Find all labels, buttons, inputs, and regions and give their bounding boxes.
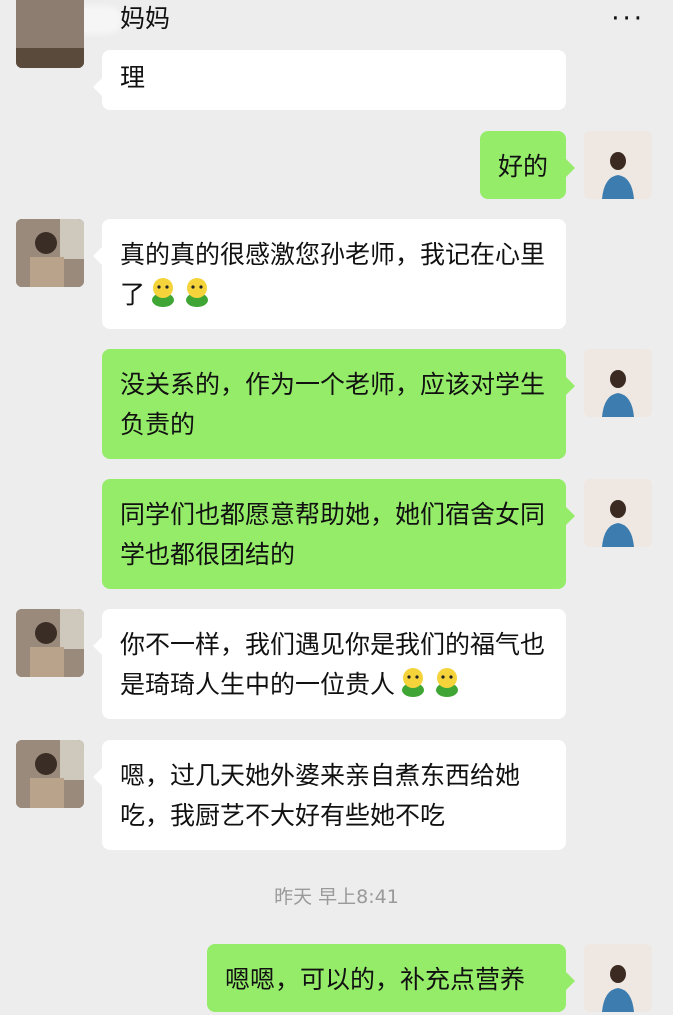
smiley-face-icon xyxy=(402,668,425,697)
contact-photo xyxy=(16,609,84,677)
my-photo xyxy=(584,944,652,1012)
my-photo xyxy=(584,349,652,417)
message-bubble-5[interactable]: 同学们也都愿意帮助她，她们宿舍女同学也都很团结的 xyxy=(102,479,575,589)
contact-photo xyxy=(16,219,84,287)
contact-avatar[interactable] xyxy=(16,609,84,677)
message-text: 你不一样，我们遇见你是我们的福气也是琦琦人生中的一位贵人 xyxy=(120,630,546,699)
my-photo xyxy=(584,131,652,199)
message-bubble-3[interactable]: 真的真的很感激您孙老师，我记在心里了 xyxy=(93,219,566,329)
message-text: 嗯嗯，可以的，补充点营养 xyxy=(225,965,526,994)
message-text: 好的 xyxy=(498,152,549,181)
my-avatar[interactable] xyxy=(584,944,652,1012)
message-bubble-8[interactable]: 嗯嗯，可以的，补充点营养 xyxy=(207,944,575,1012)
message-bubble-4[interactable]: 没关系的，作为一个老师，应该对学生负责的 xyxy=(102,349,575,459)
contact-avatar[interactable] xyxy=(16,0,84,68)
chat-header: 妈妈 ··· xyxy=(0,0,673,40)
smiley-face-icon xyxy=(186,278,209,307)
more-options-button[interactable]: ··· xyxy=(611,6,645,32)
smiley-face-icon xyxy=(436,668,459,697)
my-avatar[interactable] xyxy=(584,479,652,547)
contact-avatar[interactable] xyxy=(16,219,84,287)
contact-photo xyxy=(16,0,84,68)
message-text: 嗯，过几天她外婆来亲自煮东西给她吃，我厨艺不大好有些她不吃 xyxy=(120,761,521,830)
message-bubble-1[interactable]: 理 xyxy=(93,50,566,110)
my-avatar[interactable] xyxy=(584,131,652,199)
message-text: 理 xyxy=(120,63,146,92)
message-bubble-7[interactable]: 嗯，过几天她外婆来亲自煮东西给她吃，我厨艺不大好有些她不吃 xyxy=(93,740,566,850)
contact-photo xyxy=(16,740,84,808)
my-avatar[interactable] xyxy=(584,349,652,417)
chat-title: 妈妈 xyxy=(120,4,171,33)
smiley-face-icon xyxy=(152,278,175,307)
message-text: 同学们也都愿意帮助她，她们宿舍女同学也都很团结的 xyxy=(120,500,546,569)
message-bubble-2[interactable]: 好的 xyxy=(480,131,575,199)
message-bubble-6[interactable]: 你不一样，我们遇见你是我们的福气也是琦琦人生中的一位贵人 xyxy=(93,609,566,719)
my-photo xyxy=(584,479,652,547)
message-text: 没关系的，作为一个老师，应该对学生负责的 xyxy=(120,370,546,439)
contact-avatar[interactable] xyxy=(16,740,84,808)
message-timestamp: 昨天 早上8:41 xyxy=(274,886,399,908)
